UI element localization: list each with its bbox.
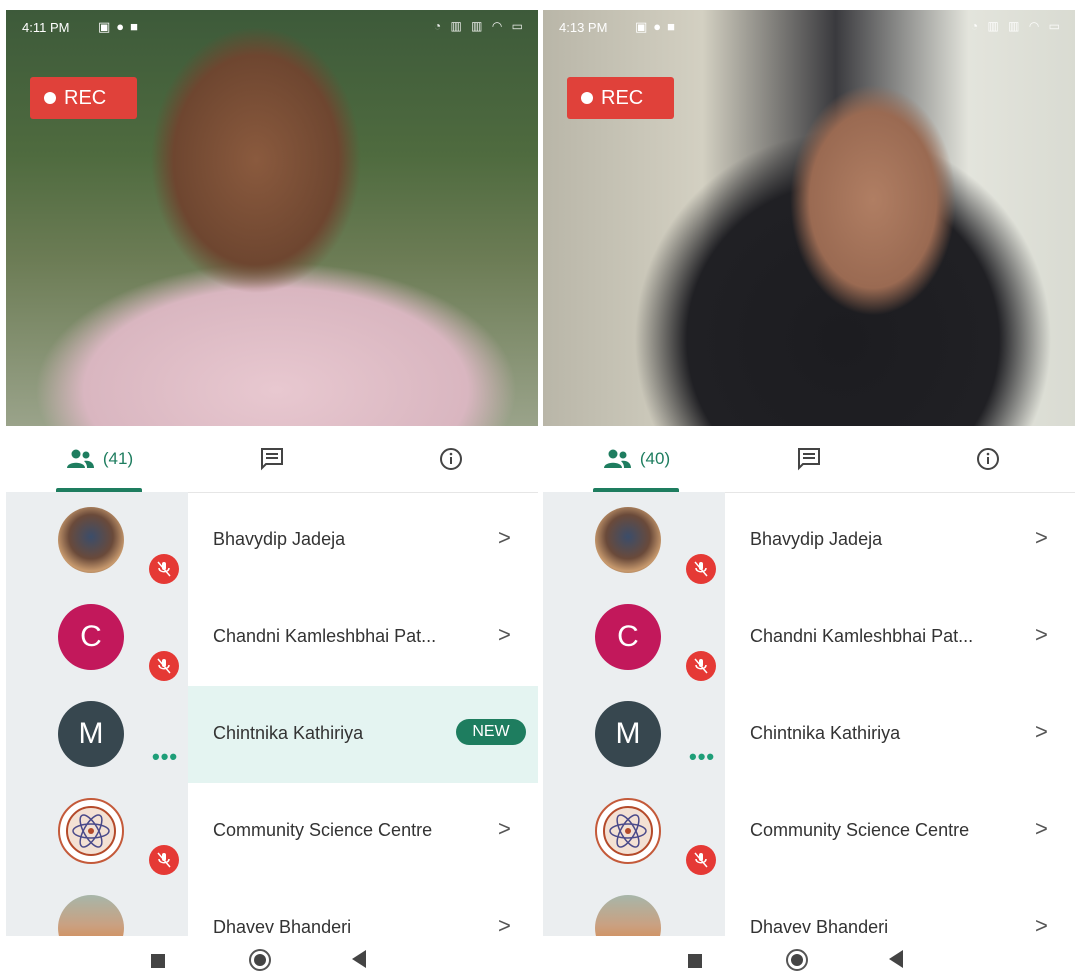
avatar xyxy=(595,798,661,864)
participant-name: Chandni Kamleshbhai Pat... xyxy=(750,626,974,646)
status-bar: 4:13 PM ▣ ● ■ ◔ ▥ ▥ ◠ ▭ xyxy=(543,10,1075,46)
list-item[interactable]: Community Science Centre > xyxy=(6,783,538,880)
participant-name: Chintnika Kathiriya xyxy=(750,723,901,743)
home-icon[interactable] xyxy=(786,949,808,971)
recents-icon[interactable] xyxy=(688,954,702,968)
atom-logo-icon xyxy=(66,806,116,856)
home-icon[interactable] xyxy=(249,949,271,971)
record-dot-icon xyxy=(44,92,56,104)
back-icon[interactable] xyxy=(352,950,366,968)
android-nav-bar xyxy=(6,936,538,978)
participant-name: Bhavydip Jadeja xyxy=(750,529,883,549)
tab-participants[interactable]: (40) xyxy=(577,426,695,492)
chevron-right-icon[interactable]: > xyxy=(498,525,511,551)
chevron-right-icon[interactable]: > xyxy=(1035,622,1048,648)
chevron-right-icon[interactable]: > xyxy=(1035,525,1048,551)
list-item[interactable]: M ••• Chintnika Kathiriya > xyxy=(543,686,1075,783)
android-nav-bar xyxy=(543,936,1075,978)
list-item[interactable]: C Chandni Kamleshbhai Pat... > xyxy=(6,589,538,686)
recording-indicator: REC xyxy=(567,77,674,119)
rec-label: REC xyxy=(64,86,107,109)
video-feed[interactable]: 4:11 PM ▣ ● ■ ◔ ▥ ▥ ◠ ▭ REC xyxy=(6,10,538,426)
participant-name: Community Science Centre xyxy=(213,820,433,840)
list-item[interactable]: Dhavev Bhanderi > xyxy=(543,880,1075,936)
list-item[interactable]: Bhavydip Jadeja > xyxy=(6,492,538,589)
participant-list[interactable]: Bhavydip Jadeja > C Chandni Kamleshbhai … xyxy=(543,492,1075,936)
video-notification-icon: ■ xyxy=(130,19,139,34)
back-icon[interactable] xyxy=(889,950,903,968)
info-icon xyxy=(977,448,999,470)
mic-off-icon xyxy=(149,845,179,875)
more-dots-icon: ••• xyxy=(152,744,179,769)
mic-off-icon xyxy=(149,554,179,584)
chat-icon xyxy=(798,448,820,471)
meeting-screen-left: 4:11 PM ▣ ● ■ ◔ ▥ ▥ ◠ ▭ REC (41) Bhavydi… xyxy=(6,0,538,978)
status-notification-icons: ▣ ● ■ xyxy=(635,19,675,35)
location-icon: ● xyxy=(116,19,125,34)
avatar: C xyxy=(58,604,124,670)
list-item[interactable]: Community Science Centre > xyxy=(543,783,1075,880)
app-notification-icon: ▣ xyxy=(635,19,648,34)
atom-logo-icon xyxy=(603,806,653,856)
status-bar: 4:11 PM ▣ ● ■ ◔ ▥ ▥ ◠ ▭ xyxy=(6,10,538,46)
info-icon xyxy=(440,448,462,470)
chevron-right-icon[interactable]: > xyxy=(498,913,511,936)
list-item[interactable]: Dhavev Bhanderi > xyxy=(6,880,538,936)
mic-off-icon xyxy=(686,845,716,875)
video-feed[interactable]: 4:13 PM ▣ ● ■ ◔ ▥ ▥ ◠ ▭ REC xyxy=(543,10,1075,426)
list-item[interactable]: M ••• Chintnika Kathiriya NEW xyxy=(6,686,538,783)
recording-indicator: REC xyxy=(30,77,137,119)
participant-name: Dhavev Bhanderi xyxy=(750,917,889,936)
avatar: C xyxy=(595,604,661,670)
avatar: M xyxy=(595,701,661,767)
list-item[interactable]: Bhavydip Jadeja > xyxy=(543,492,1075,589)
participant-name: Bhavydip Jadeja xyxy=(213,529,346,549)
tab-chat[interactable] xyxy=(232,426,312,492)
mic-off-icon xyxy=(686,651,716,681)
chevron-right-icon[interactable]: > xyxy=(498,622,511,648)
tab-info[interactable] xyxy=(411,426,491,492)
tab-participants[interactable]: (41) xyxy=(40,426,158,492)
chat-icon xyxy=(261,448,283,471)
mic-off-icon xyxy=(686,554,716,584)
chevron-right-icon[interactable]: > xyxy=(1035,913,1048,936)
status-notification-icons: ▣ ● ■ xyxy=(98,19,138,35)
more-dots-icon: ••• xyxy=(689,744,716,769)
participants-count: (40) xyxy=(639,449,671,468)
chevron-right-icon[interactable]: > xyxy=(1035,816,1048,842)
status-time: 4:11 PM xyxy=(22,20,70,35)
recents-icon[interactable] xyxy=(151,954,165,968)
avatar xyxy=(58,798,124,864)
location-icon: ● xyxy=(653,19,662,34)
participant-name: Chandni Kamleshbhai Pat... xyxy=(213,626,437,646)
chevron-right-icon[interactable]: > xyxy=(498,816,511,842)
avatar: M xyxy=(58,701,124,767)
panel-tabs: (41) xyxy=(6,426,538,493)
new-badge: NEW xyxy=(456,719,526,745)
people-icon xyxy=(603,449,631,468)
tab-chat[interactable] xyxy=(769,426,849,492)
meeting-screen-right: 4:13 PM ▣ ● ■ ◔ ▥ ▥ ◠ ▭ REC (40) Bhavydi… xyxy=(543,0,1075,978)
avatar xyxy=(595,507,661,573)
avatar xyxy=(58,507,124,573)
participant-name: Community Science Centre xyxy=(750,820,970,840)
participant-name: Dhavev Bhanderi xyxy=(213,917,352,936)
record-dot-icon xyxy=(581,92,593,104)
participants-count: (41) xyxy=(102,449,134,468)
status-system-icons: ◔ ▥ ▥ ◠ ▭ xyxy=(433,19,526,33)
participant-list[interactable]: Bhavydip Jadeja > C Chandni Kamleshbhai … xyxy=(6,492,538,936)
app-notification-icon: ▣ xyxy=(98,19,111,34)
status-time: 4:13 PM xyxy=(559,20,608,35)
video-notification-icon: ■ xyxy=(667,19,676,34)
chevron-right-icon[interactable]: > xyxy=(1035,719,1048,745)
participant-name: Chintnika Kathiriya xyxy=(213,723,364,743)
panel-tabs: (40) xyxy=(543,426,1075,493)
tab-info[interactable] xyxy=(948,426,1028,492)
mic-off-icon xyxy=(149,651,179,681)
rec-label: REC xyxy=(601,86,644,109)
list-item[interactable]: C Chandni Kamleshbhai Pat... > xyxy=(543,589,1075,686)
status-system-icons: ◔ ▥ ▥ ◠ ▭ xyxy=(970,19,1063,33)
people-icon xyxy=(66,449,94,468)
